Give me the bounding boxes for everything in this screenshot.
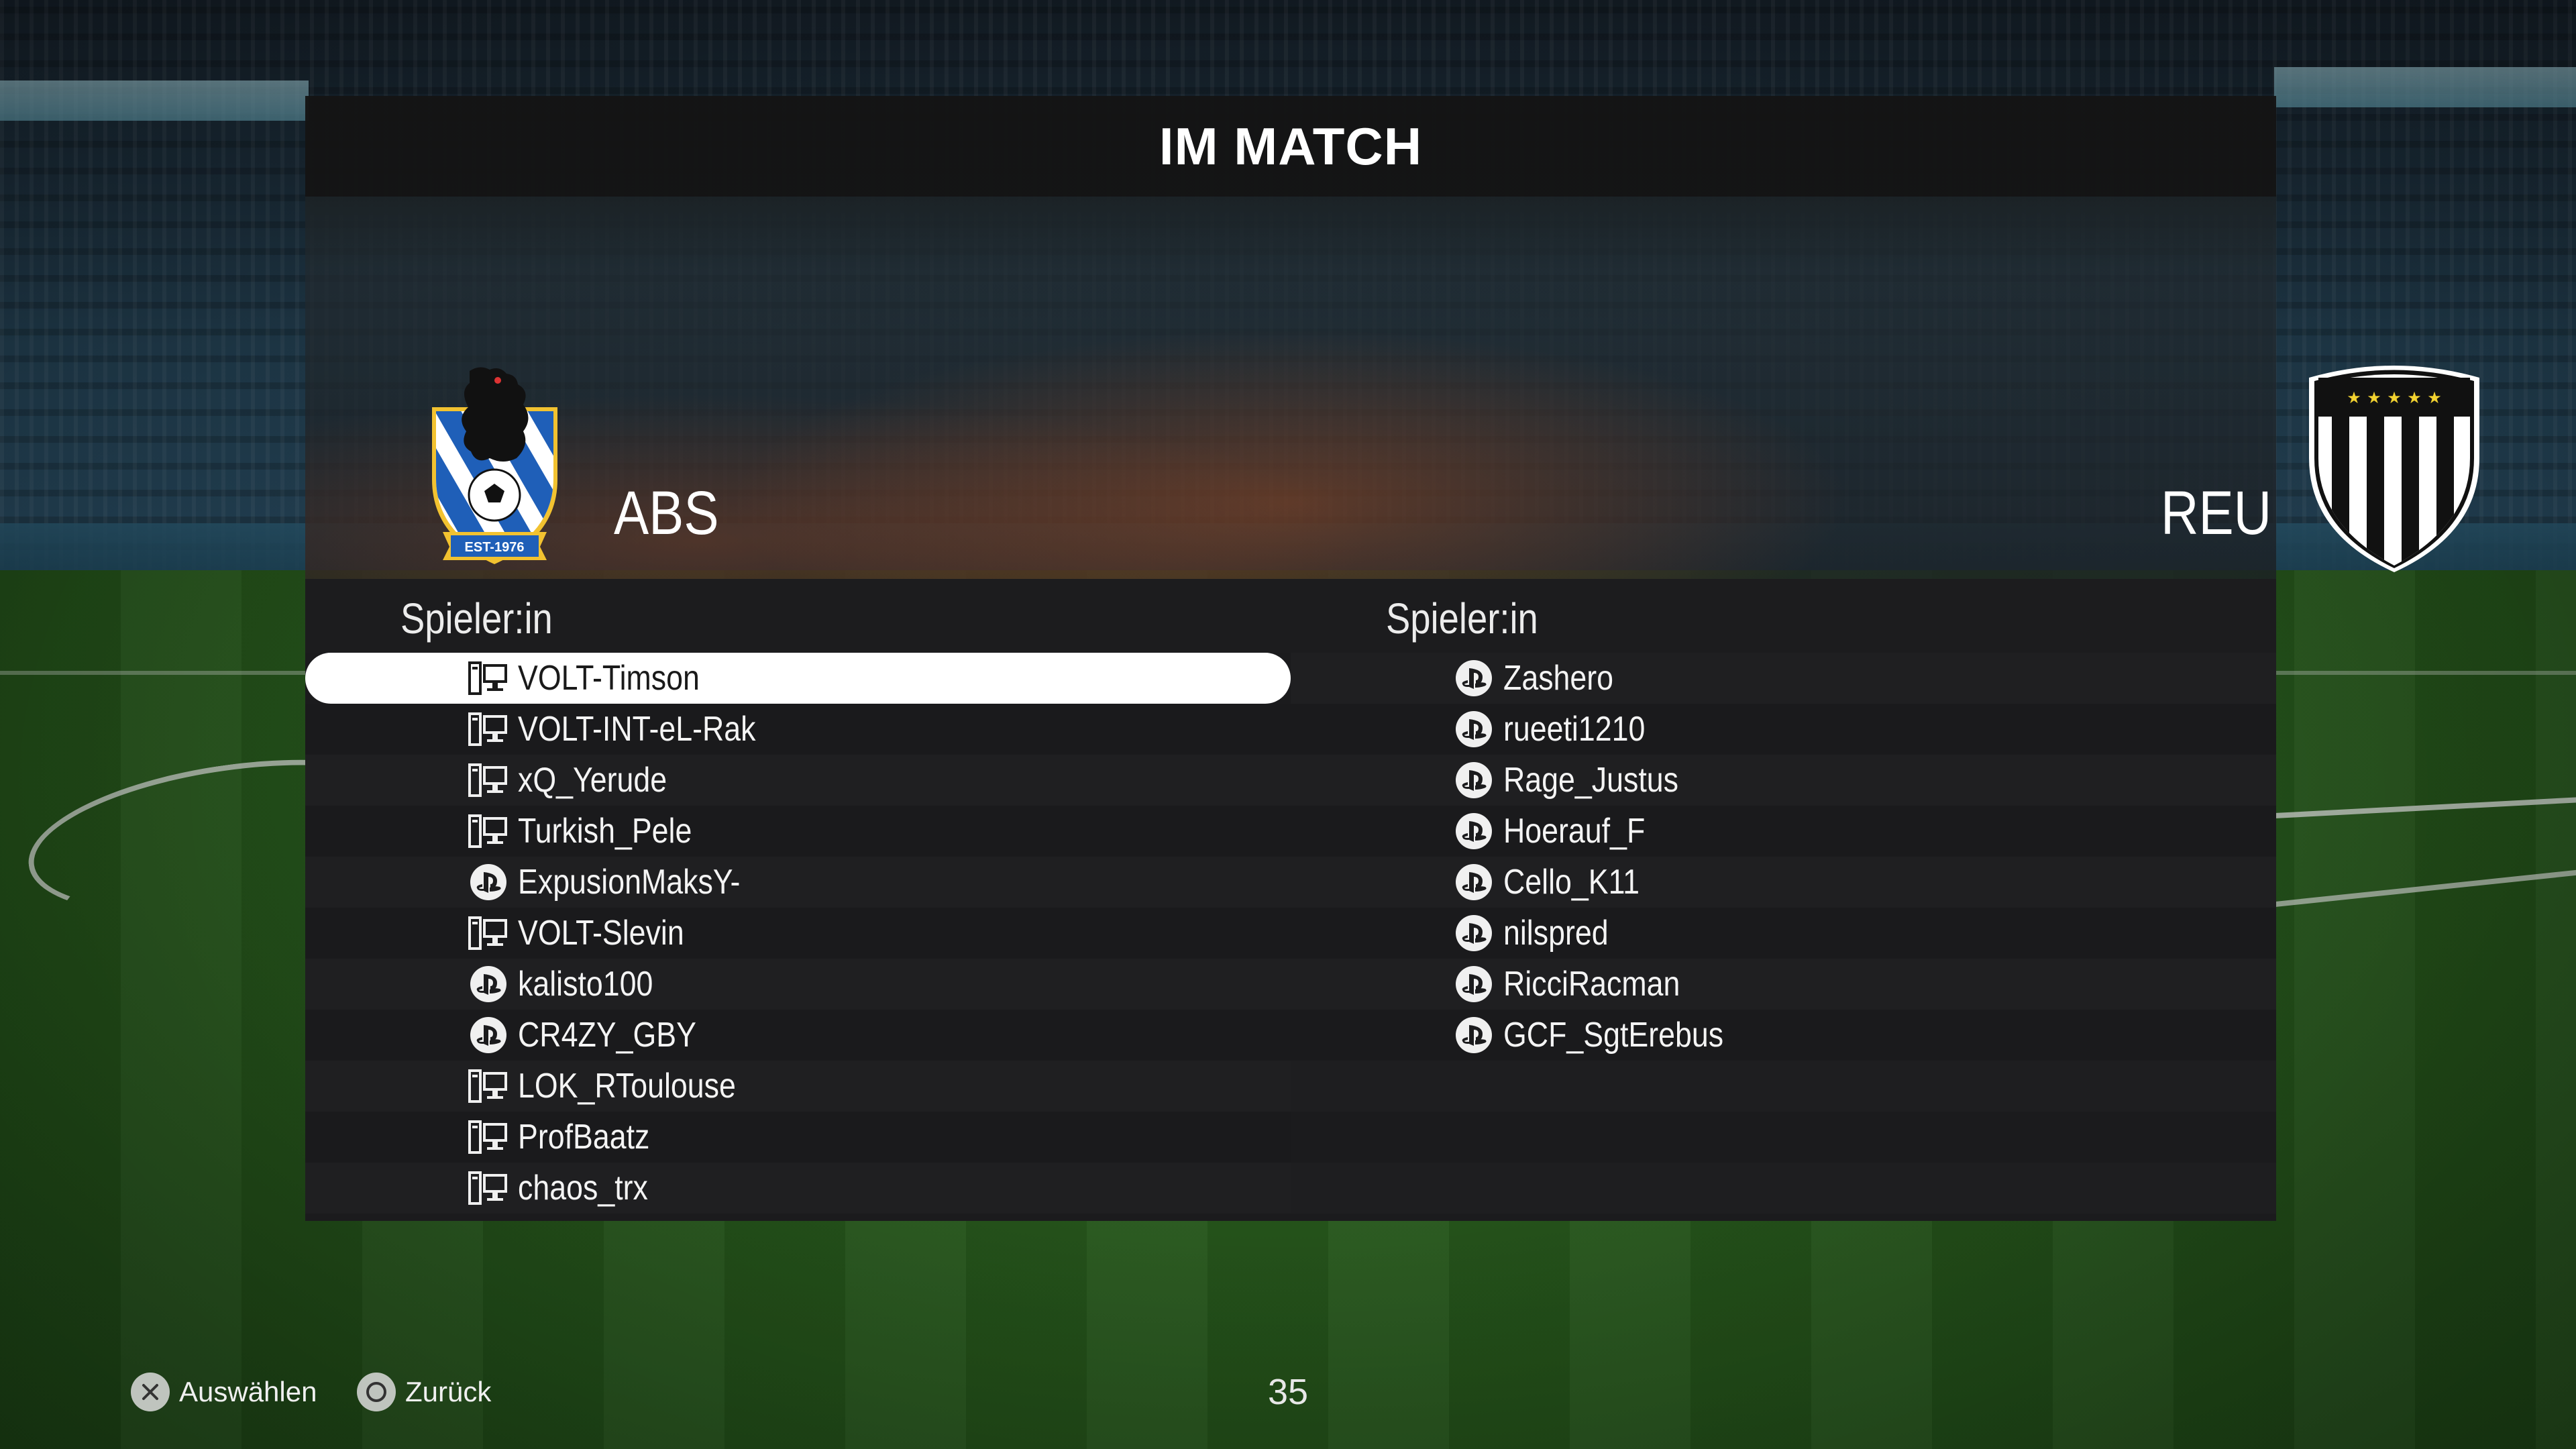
player-row[interactable]: Hoerauf_F bbox=[1291, 806, 2276, 857]
playstation-platform-icon bbox=[1454, 813, 1494, 849]
player-row[interactable]: VOLT-Slevin bbox=[305, 908, 1291, 959]
player-name: VOLT-Timson bbox=[518, 659, 700, 698]
pc-platform-icon bbox=[468, 711, 508, 747]
circle-button-icon bbox=[357, 1373, 396, 1411]
playstation-platform-icon bbox=[1454, 966, 1494, 1002]
home-team-code: ABS bbox=[614, 479, 719, 547]
player-row[interactable]: Cello_K11 bbox=[1291, 857, 2276, 908]
svg-text:★: ★ bbox=[2407, 388, 2422, 407]
player-name: ProfBaatz bbox=[518, 1118, 650, 1157]
player-row[interactable]: xQ_Yerude bbox=[305, 755, 1291, 806]
player-row[interactable]: kalisto100 bbox=[305, 959, 1291, 1010]
reu-striped-shield-crest-icon: ★ ★ ★ ★ ★ bbox=[2309, 366, 2479, 572]
playstation-platform-icon bbox=[1454, 711, 1494, 747]
svg-text:★: ★ bbox=[2387, 388, 2402, 407]
home-column-header: Spieler:in bbox=[305, 579, 1291, 653]
page-title: IM MATCH bbox=[1159, 116, 1423, 176]
player-name: LOK_RToulouse bbox=[518, 1067, 736, 1106]
away-roster: Spieler:in Zashero rueeti1210 Rage_Justus H… bbox=[1291, 579, 2276, 1221]
player-name: rueeti1210 bbox=[1503, 710, 1646, 749]
svg-text:★: ★ bbox=[2347, 388, 2361, 407]
player-row[interactable]: VOLT-INT-eL-Rak bbox=[305, 704, 1291, 755]
crest-year-text: EST-1976 bbox=[465, 540, 525, 555]
player-name: Rage_Justus bbox=[1503, 761, 1679, 800]
playstation-platform-icon bbox=[468, 1017, 508, 1053]
playstation-platform-icon bbox=[1454, 1017, 1494, 1053]
svg-text:★: ★ bbox=[2427, 388, 2442, 407]
cross-button-icon bbox=[131, 1373, 170, 1411]
player-name: CR4ZY_GBY bbox=[518, 1016, 696, 1055]
pc-platform-icon bbox=[468, 660, 508, 696]
player-row[interactable]: Zashero bbox=[1291, 653, 2276, 704]
away-column-header: Spieler:in bbox=[1291, 579, 2276, 653]
empty-row bbox=[1291, 1112, 2276, 1163]
pc-platform-icon bbox=[468, 915, 508, 951]
player-name: Turkish_Pele bbox=[518, 812, 692, 851]
player-row[interactable]: nilspred bbox=[1291, 908, 2276, 959]
match-lobby-panel: IM MATCH EST-1976 ABS REU ★ ★ ★ ★ ★ Spie… bbox=[305, 96, 2479, 1221]
player-name: VOLT-INT-eL-Rak bbox=[518, 710, 756, 749]
player-name: chaos_trx bbox=[518, 1169, 648, 1208]
pc-platform-icon bbox=[468, 1119, 508, 1155]
pc-platform-icon bbox=[468, 1068, 508, 1104]
player-row[interactable]: rueeti1210 bbox=[1291, 704, 2276, 755]
select-prompt[interactable]: Auswählen bbox=[131, 1362, 317, 1422]
player-row[interactable]: GCF_SgtErebus bbox=[1291, 1010, 2276, 1061]
player-row[interactable]: ExpusionMaksY- bbox=[305, 857, 1291, 908]
countdown-timer: 35 bbox=[1267, 1372, 1309, 1412]
player-row[interactable]: ProfBaatz bbox=[305, 1112, 1291, 1163]
back-prompt[interactable]: Zurück bbox=[357, 1362, 491, 1422]
empty-row bbox=[1291, 1061, 2276, 1112]
button-prompts: Auswählen Zurück 35 bbox=[0, 1362, 2576, 1422]
player-row[interactable]: LOK_RToulouse bbox=[305, 1061, 1291, 1112]
select-label: Auswählen bbox=[179, 1376, 317, 1407]
abs-bear-crest-icon: EST-1976 bbox=[432, 367, 557, 564]
rosters: Spieler:in VOLT-Timson VOLT-INT-eL-Rak xQ_… bbox=[305, 579, 2276, 1221]
player-name: ExpusionMaksY- bbox=[518, 863, 741, 902]
player-row[interactable]: chaos_trx bbox=[305, 1163, 1291, 1214]
player-name: VOLT-Slevin bbox=[518, 914, 684, 953]
playstation-platform-icon bbox=[468, 864, 508, 900]
playstation-platform-icon bbox=[1454, 915, 1494, 951]
player-row[interactable]: Rage_Justus bbox=[1291, 755, 2276, 806]
player-name: Hoerauf_F bbox=[1503, 812, 1646, 851]
player-name: Cello_K11 bbox=[1503, 863, 1640, 902]
home-column-label: Spieler:in bbox=[400, 594, 553, 643]
playstation-platform-icon bbox=[1454, 660, 1494, 696]
player-name: GCF_SgtErebus bbox=[1503, 1016, 1724, 1055]
away-team-code: REU bbox=[2161, 479, 2272, 547]
match-header: IM MATCH EST-1976 ABS REU ★ ★ ★ ★ ★ bbox=[305, 96, 2479, 579]
pc-platform-icon bbox=[468, 813, 508, 849]
player-row[interactable]: VOLT-Timson bbox=[305, 653, 1291, 704]
player-name: nilspred bbox=[1503, 914, 1609, 953]
player-row[interactable]: Turkish_Pele bbox=[305, 806, 1291, 857]
away-team: REU ★ ★ ★ ★ ★ bbox=[1291, 264, 2479, 579]
home-player-list: VOLT-Timson VOLT-INT-eL-Rak xQ_Yerude Turki… bbox=[305, 653, 1291, 1214]
empty-row bbox=[1291, 1163, 2276, 1214]
playstation-platform-icon bbox=[1454, 864, 1494, 900]
playstation-platform-icon bbox=[1454, 762, 1494, 798]
pc-platform-icon bbox=[468, 762, 508, 798]
player-row[interactable]: RicciRacman bbox=[1291, 959, 2276, 1010]
back-label: Zurück bbox=[405, 1376, 492, 1407]
player-name: Zashero bbox=[1503, 659, 1614, 698]
playstation-platform-icon bbox=[468, 966, 508, 1002]
away-column-label: Spieler:in bbox=[1386, 594, 1538, 643]
pc-platform-icon bbox=[468, 1170, 508, 1206]
svg-text:★: ★ bbox=[2367, 388, 2381, 407]
away-player-list: Zashero rueeti1210 Rage_Justus Hoerauf_F Cel… bbox=[1291, 653, 2276, 1214]
player-name: RicciRacman bbox=[1503, 965, 1680, 1004]
player-name: kalisto100 bbox=[518, 965, 653, 1004]
player-name: xQ_Yerude bbox=[518, 761, 667, 800]
home-team: EST-1976 ABS bbox=[305, 264, 1291, 579]
player-row[interactable]: CR4ZY_GBY bbox=[305, 1010, 1291, 1061]
home-roster: Spieler:in VOLT-Timson VOLT-INT-eL-Rak xQ_… bbox=[305, 579, 1291, 1221]
